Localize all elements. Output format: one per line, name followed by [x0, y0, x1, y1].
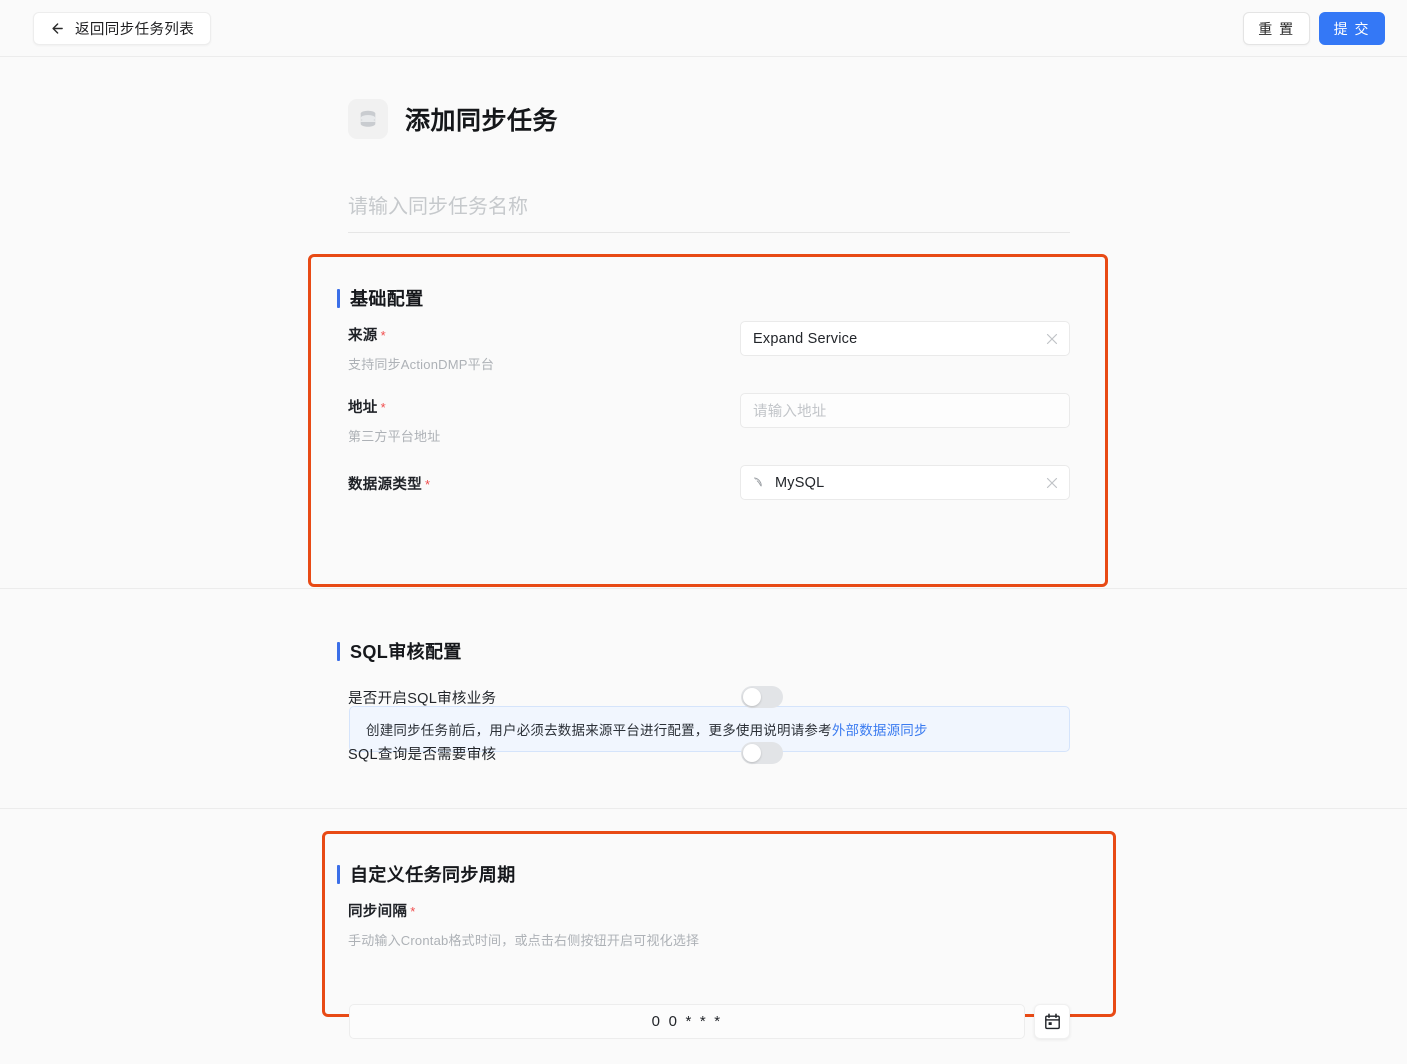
datasource-required-mark: * — [425, 477, 431, 492]
page-root: 返回同步任务列表 重 置 提 交 添加同步任务 请输入同步任务名称 基础配置 来… — [0, 0, 1407, 1064]
source-value: Expand Service — [753, 330, 858, 347]
page-title-row: 添加同步任务 — [348, 99, 558, 139]
section-divider-2 — [0, 808, 1407, 809]
sql-audit-title-text: SQL审核配置 — [350, 642, 462, 662]
section-accent-bar — [337, 288, 340, 308]
task-name-field — [348, 189, 1070, 233]
section-divider-1 — [0, 588, 1407, 589]
sql-audit-enable-label: 是否开启SQL审核业务 — [348, 690, 497, 707]
cron-expression-value: 0 0 * * * — [651, 1013, 723, 1030]
section-accent-bar — [337, 864, 340, 884]
datasource-label-text: 数据源类型 — [348, 477, 422, 493]
interval-required-mark: * — [410, 904, 416, 919]
section-accent-bar — [337, 641, 340, 661]
mysql-dolphin-icon — [754, 477, 762, 487]
address-label-text: 地址 — [348, 400, 378, 416]
arrow-left-icon — [52, 23, 63, 34]
interval-help: 手动输入Crontab格式时间，或点击右侧按钮开启可视化选择 — [348, 933, 700, 948]
cron-section-title-text: 自定义任务同步周期 — [350, 865, 516, 885]
source-required-mark: * — [380, 328, 386, 343]
address-label-group: 地址 * 第三方平台地址 — [348, 396, 440, 445]
datasource-label-group: 数据源类型 * — [348, 473, 430, 494]
calendar-icon — [1044, 1013, 1060, 1030]
basic-config-title: 基础配置 — [337, 285, 424, 311]
sql-query-review-toggle[interactable] — [741, 742, 783, 764]
page-title: 添加同步任务 — [405, 107, 559, 135]
toggle-knob — [743, 688, 761, 706]
source-clear-icon[interactable] — [1046, 333, 1058, 345]
datasource-value: MySQL — [775, 474, 825, 491]
header-actions: 重 置 提 交 — [1243, 12, 1385, 45]
basic-config-title-text: 基础配置 — [350, 289, 424, 309]
interval-label: 同步间隔 * — [348, 900, 699, 921]
cron-expression-input[interactable]: 0 0 * * * — [349, 1004, 1025, 1039]
sql-audit-title: SQL审核配置 — [337, 638, 462, 664]
address-required-mark: * — [380, 400, 386, 415]
source-label: 来源 * — [348, 324, 494, 345]
reset-button[interactable]: 重 置 — [1243, 12, 1310, 45]
interval-label-group: 同步间隔 * 手动输入Crontab格式时间，或点击右侧按钮开启可视化选择 — [348, 900, 699, 949]
source-label-group: 来源 * 支持同步ActionDMP平台 — [348, 324, 494, 373]
back-button-label: 返回同步任务列表 — [75, 22, 195, 38]
cron-section: 自定义任务同步周期 同步间隔 * 手动输入Crontab格式时间，或点击右侧按钮开… — [0, 831, 1407, 1064]
sql-query-review-row: SQL查询是否需要审核 — [348, 742, 783, 764]
sql-audit-enable-toggle[interactable] — [741, 686, 783, 708]
source-help: 支持同步ActionDMP平台 — [348, 357, 495, 372]
source-select[interactable]: Expand Service — [740, 321, 1070, 356]
interval-label-text: 同步间隔 — [348, 904, 408, 920]
submit-button[interactable]: 提 交 — [1318, 12, 1385, 45]
back-button[interactable]: 返回同步任务列表 — [33, 12, 212, 45]
address-input[interactable]: 请输入地址 — [740, 393, 1070, 428]
sql-audit-enable-row: 是否开启SQL审核业务 — [348, 686, 783, 708]
source-label-text: 来源 — [348, 328, 378, 344]
basic-config-section: 基础配置 来源* 支持同步ActionDMP平台 Expand Service — [0, 245, 1407, 752]
top-toolbar: 返回同步任务列表 重 置 提 交 — [0, 0, 1407, 57]
datasource-label: 数据源类型 * — [348, 473, 430, 494]
calendar-picker-button[interactable] — [1034, 1004, 1070, 1039]
address-placeholder: 请输入地址 — [753, 404, 827, 420]
database-icon — [348, 99, 388, 139]
address-label: 地址 * — [348, 396, 440, 417]
datasource-clear-icon[interactable] — [1046, 477, 1058, 489]
datasource-select[interactable]: MySQL — [740, 465, 1070, 500]
toggle-knob — [743, 744, 761, 762]
cron-section-title: 自定义任务同步周期 — [337, 861, 516, 887]
sql-audit-section: SQL审核配置 是否开启SQL审核业务 SQL查询是否需要审核 — [0, 592, 1407, 837]
sql-query-review-label: SQL查询是否需要审核 — [348, 746, 497, 763]
address-help: 第三方平台地址 — [348, 429, 441, 444]
task-name-input[interactable] — [348, 189, 1070, 233]
